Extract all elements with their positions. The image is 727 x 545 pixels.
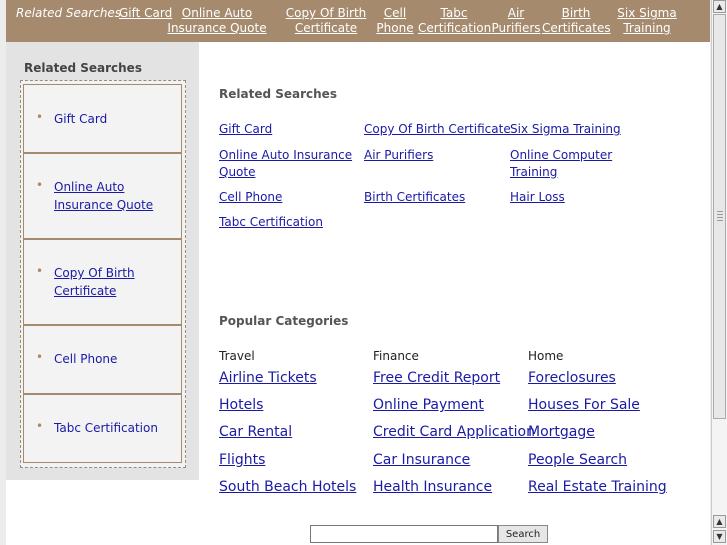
- sidebar-item-online-auto-insurance-quote[interactable]: • Online Auto Insurance Quote: [23, 153, 182, 239]
- topbar-link-tabc-certification[interactable]: Tabc Certification: [418, 6, 491, 36]
- topbar-link-gift-card[interactable]: Gift Card: [119, 6, 172, 21]
- main-content: Related Searches • Gift Card • Online Au…: [6, 42, 710, 545]
- related-link-hair-loss[interactable]: Hair Loss: [510, 189, 655, 206]
- top-navigation-bar: Related Searches Gift Card Online Auto I…: [6, 0, 710, 42]
- related-link-cell-phone[interactable]: Cell Phone: [219, 189, 364, 206]
- sidebar-item-cell-phone[interactable]: • Cell Phone: [23, 325, 182, 394]
- sidebar-item-copy-of-birth-certificate[interactable]: • Copy Of Birth Certificate: [23, 239, 182, 325]
- scroll-down-arrow-icon[interactable]: ▼: [713, 530, 726, 543]
- category-link-credit-card-application[interactable]: Credit Card Application: [373, 424, 535, 440]
- category-link-health-insurance[interactable]: Health Insurance: [373, 479, 492, 495]
- sidebar-item-tabc-certification[interactable]: • Tabc Certification: [23, 394, 182, 463]
- category-link-car-insurance[interactable]: Car Insurance: [373, 452, 470, 468]
- search-button[interactable]: Search: [498, 525, 548, 543]
- bullet-icon: •: [36, 350, 44, 364]
- topbar-link-copy-of-birth-certificate[interactable]: Copy Of Birth Certificate: [278, 6, 374, 36]
- category-link-free-credit-report[interactable]: Free Credit Report: [373, 370, 500, 386]
- category-link-houses-for-sale[interactable]: Houses For Sale: [528, 397, 640, 413]
- topbar-link-birth-certificates[interactable]: Birth Certificates: [542, 6, 611, 36]
- scrollbar-grip-icon: [717, 211, 723, 223]
- category-link-real-estate-training[interactable]: Real Estate Training: [528, 479, 667, 495]
- popular-categories-heading: Popular Categories: [219, 314, 349, 328]
- bullet-icon: •: [36, 264, 44, 278]
- topbar-link-six-sigma-training[interactable]: Six Sigma Training: [614, 6, 680, 36]
- category-link-flights[interactable]: Flights: [219, 452, 265, 468]
- category-heading-home: Home: [528, 349, 564, 363]
- category-heading-travel: Travel: [219, 349, 255, 363]
- related-link-tabc-certification[interactable]: Tabc Certification: [219, 214, 364, 231]
- related-link-online-computer-training[interactable]: Online Computer Training: [510, 147, 620, 181]
- related-link-air-purifiers[interactable]: Air Purifiers: [364, 147, 509, 164]
- category-link-hotels[interactable]: Hotels: [219, 397, 263, 413]
- category-link-mortgage[interactable]: Mortgage: [528, 424, 595, 440]
- vertical-scrollbar[interactable]: ▲ ▲ ▼: [711, 0, 727, 545]
- sidebar-item-label[interactable]: Online Auto Insurance Quote: [54, 178, 172, 214]
- bullet-icon: •: [36, 178, 44, 192]
- category-link-online-payment[interactable]: Online Payment: [373, 397, 484, 413]
- category-link-car-rental[interactable]: Car Rental: [219, 424, 292, 440]
- sidebar: Related Searches • Gift Card • Online Au…: [6, 42, 199, 480]
- topbar-link-air-purifiers[interactable]: Air Purifiers: [491, 6, 541, 36]
- related-link-gift-card[interactable]: Gift Card: [219, 121, 364, 138]
- search-input[interactable]: [310, 525, 498, 543]
- category-link-airline-tickets[interactable]: Airline Tickets: [219, 370, 317, 386]
- sidebar-item-label[interactable]: Tabc Certification: [54, 419, 172, 437]
- scrollbar-thumb[interactable]: [713, 14, 726, 419]
- bullet-icon: •: [36, 419, 44, 433]
- sidebar-item-label[interactable]: Copy Of Birth Certificate: [54, 264, 172, 300]
- scroll-up-arrow-icon[interactable]: ▲: [713, 515, 726, 528]
- bullet-icon: •: [36, 110, 44, 124]
- category-link-people-search[interactable]: People Search: [528, 452, 627, 468]
- sidebar-list: • Gift Card • Online Auto Insurance Quot…: [20, 80, 186, 468]
- related-link-six-sigma-training[interactable]: Six Sigma Training: [510, 121, 655, 138]
- sidebar-item-label[interactable]: Gift Card: [54, 110, 172, 128]
- category-link-south-beach-hotels[interactable]: South Beach Hotels: [219, 479, 356, 495]
- topbar-title: Related Searches: [16, 6, 122, 20]
- sidebar-item-gift-card[interactable]: • Gift Card: [23, 84, 182, 153]
- related-link-online-auto-insurance-quote[interactable]: Online Auto Insurance Quote: [219, 147, 359, 181]
- sidebar-item-label[interactable]: Cell Phone: [54, 350, 172, 368]
- topbar-link-online-auto-insurance-quote[interactable]: Online Auto Insurance Quote: [164, 6, 270, 36]
- sidebar-title: Related Searches: [24, 61, 142, 75]
- related-link-copy-of-birth-certificate[interactable]: Copy Of Birth Certificate: [364, 121, 511, 138]
- related-searches-heading: Related Searches: [219, 87, 337, 101]
- related-link-birth-certificates[interactable]: Birth Certificates: [364, 189, 509, 206]
- topbar-link-cell-phone[interactable]: Cell Phone: [375, 6, 415, 36]
- scroll-up-arrow-icon[interactable]: ▲: [713, 0, 726, 13]
- category-heading-finance: Finance: [373, 349, 419, 363]
- category-link-foreclosures[interactable]: Foreclosures: [528, 370, 616, 386]
